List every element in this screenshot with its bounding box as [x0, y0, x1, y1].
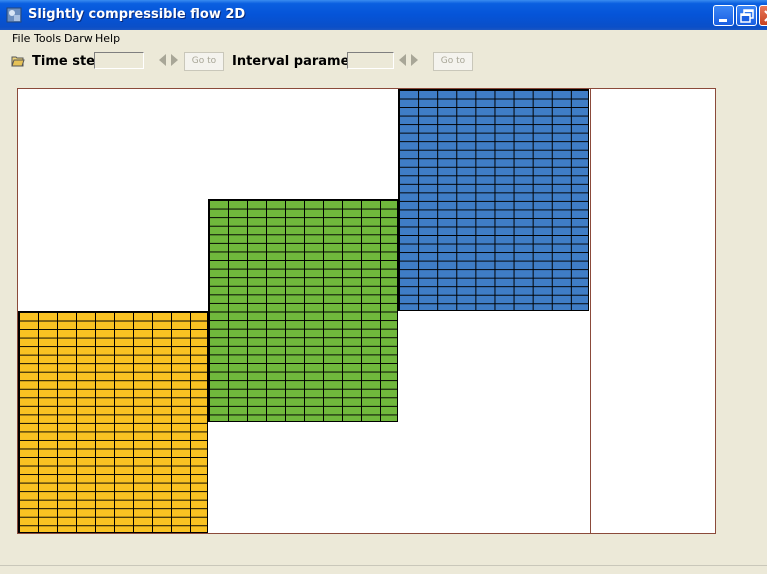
title-bar[interactable]: Slightly compressible flow 2D: [0, 0, 767, 30]
menu-file[interactable]: File: [12, 32, 30, 45]
menu-help[interactable]: Help: [95, 32, 120, 45]
yellow-block: [18, 311, 208, 533]
goto-time-step-button[interactable]: Go to: [184, 52, 224, 71]
menu-bar: File Tools Darw Help: [0, 30, 767, 48]
interval-parameter-input[interactable]: [347, 52, 394, 69]
minimize-button[interactable]: [713, 5, 734, 26]
open-folder-icon[interactable]: [11, 54, 25, 67]
prev-step-arrow-icon[interactable]: [158, 54, 167, 66]
close-icon: [764, 10, 767, 22]
canvas-divider: [590, 88, 591, 534]
window-title: Slightly compressible flow 2D: [28, 7, 246, 22]
green-block: [208, 199, 398, 422]
goto-interval-button[interactable]: Go to: [433, 52, 473, 71]
next-interval-arrow-icon[interactable]: [410, 54, 419, 66]
app-icon: [6, 7, 22, 23]
blue-block: [398, 89, 589, 311]
menu-draw[interactable]: Darw: [64, 32, 93, 45]
minimize-icon: [719, 19, 727, 22]
prev-interval-arrow-icon[interactable]: [398, 54, 407, 66]
time-step-input[interactable]: [94, 52, 144, 69]
restore-button[interactable]: [736, 5, 757, 26]
toolbar: Time step Go to Interval parameter Go to: [0, 48, 767, 74]
close-button[interactable]: [759, 5, 767, 26]
restore-icon: [740, 9, 754, 23]
next-step-arrow-icon[interactable]: [170, 54, 179, 66]
menu-tools[interactable]: Tools: [34, 32, 61, 45]
